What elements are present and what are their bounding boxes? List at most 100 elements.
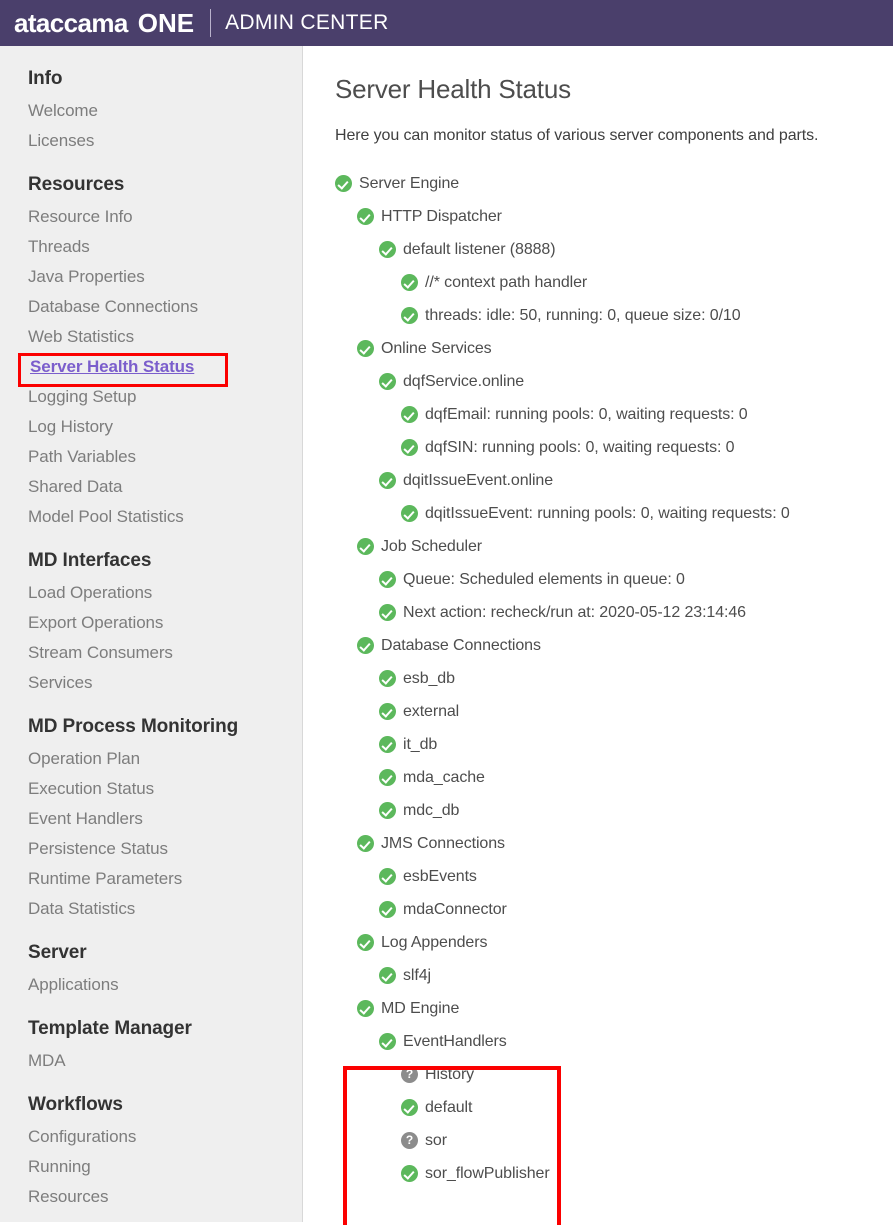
sidebar-item-label[interactable]: Operation Plan [28,749,140,768]
sidebar-item-wrapper[interactable]: Model Pool Statistics [28,502,184,532]
sidebar-item-label[interactable]: MDA [28,1051,66,1070]
sidebar-item-label[interactable]: Resources [28,1187,108,1206]
sidebar-item-wrapper[interactable]: Load Operations [28,578,152,608]
status-ok-icon [379,736,396,753]
sidebar-item-wrapper[interactable]: Shared Data [28,472,122,502]
sidebar-item-wrapper[interactable]: Resources [28,1182,108,1212]
sidebar-item-label[interactable]: Shared Data [28,477,122,496]
sidebar-item-operation-plan[interactable]: Operation Plan [28,744,302,774]
sidebar-item-label[interactable]: Licenses [28,131,94,150]
sidebar-item-wrapper[interactable]: Runtime Parameters [28,864,182,894]
sidebar-item-label[interactable]: Event Handlers [28,809,143,828]
sidebar-item-wrapper[interactable]: Java Properties [28,262,145,292]
tree-node: Database Connections [335,629,893,662]
sidebar-item-label[interactable]: Path Variables [28,447,136,466]
sidebar-item-welcome[interactable]: Welcome [28,96,302,126]
sidebar-item-wrapper[interactable]: MDA [28,1046,66,1076]
tree-node-label: Next action: recheck/run at: 2020-05-12 … [403,603,746,621]
sidebar-item-model-pool-statistics[interactable]: Model Pool Statistics [28,502,302,532]
sidebar-item-wrapper[interactable]: Resource Info [28,202,133,232]
brand-logo[interactable]: ataccama ONE [14,10,194,36]
sidebar-item-wrapper[interactable]: Execution Status [28,774,154,804]
sidebar-item-execution-status[interactable]: Execution Status [28,774,302,804]
sidebar-item-wrapper[interactable]: Server Health Status [17,352,229,387]
sidebar-item-load-operations[interactable]: Load Operations [28,578,302,608]
sidebar-item-server-health-status[interactable]: Server Health Status [17,352,302,387]
sidebar-item-wrapper[interactable]: Path Variables [28,442,136,472]
sidebar-item-stream-consumers[interactable]: Stream Consumers [28,638,302,668]
sidebar-item-label[interactable]: Threads [28,237,90,256]
sidebar-item-label[interactable]: Database Connections [28,297,198,316]
sidebar-item-wrapper[interactable]: Log History [28,412,113,442]
sidebar-item-wrapper[interactable]: Stream Consumers [28,638,173,668]
status-ok-icon [379,703,396,720]
status-ok-icon [357,208,374,225]
sidebar-item-resource-info[interactable]: Resource Info [28,202,302,232]
status-ok-icon [379,472,396,489]
sidebar-item-java-properties[interactable]: Java Properties [28,262,302,292]
sidebar-item-label[interactable]: Export Operations [28,613,163,632]
sidebar-item-wrapper[interactable]: Configurations [28,1122,136,1152]
sidebar-item-wrapper[interactable]: Export Operations [28,608,163,638]
sidebar-item-label[interactable]: Model Pool Statistics [28,507,184,526]
sidebar-item-label[interactable]: Log History [28,417,113,436]
sidebar-item-log-history[interactable]: Log History [28,412,302,442]
sidebar-item-web-statistics[interactable]: Web Statistics [28,322,302,352]
sidebar-item-label[interactable]: Running [28,1157,91,1176]
sidebar-item-label[interactable]: Data Statistics [28,899,135,918]
sidebar-item-wrapper[interactable]: Event Handlers [28,804,143,834]
sidebar-item-database-connections[interactable]: Database Connections [28,292,302,322]
sidebar-item-wrapper[interactable]: Data Statistics [28,894,135,924]
sidebar-item-label[interactable]: Server Health Status [30,357,194,376]
sidebar-item-wrapper[interactable]: Running [28,1152,91,1182]
sidebar-item-wrapper[interactable]: Services [28,668,92,698]
sidebar-item-wrapper[interactable]: Persistence Status [28,834,168,864]
sidebar-item-label[interactable]: Execution Status [28,779,154,798]
sidebar-item-wrapper[interactable]: Threads [28,232,90,262]
status-ok-icon [379,901,396,918]
tree-node: Queue: Scheduled elements in queue: 0 [335,563,893,596]
sidebar-item-running[interactable]: Running [28,1152,302,1182]
sidebar-item-wrapper[interactable]: Web Statistics [28,322,134,352]
tree-node-label: MD Engine [381,999,460,1017]
sidebar-item-label[interactable]: Applications [28,975,119,994]
sidebar-item-label[interactable]: Resource Info [28,207,133,226]
sidebar-item-configurations[interactable]: Configurations [28,1122,302,1152]
sidebar-item-label[interactable]: Runtime Parameters [28,869,182,888]
tree-node: Online Services [335,332,893,365]
sidebar-item-export-operations[interactable]: Export Operations [28,608,302,638]
sidebar-item-event-handlers[interactable]: Event Handlers [28,804,302,834]
sidebar-item-label[interactable]: Welcome [28,101,98,120]
sidebar-item-mda[interactable]: MDA [28,1046,302,1076]
sidebar-item-resources[interactable]: Resources [28,1182,302,1212]
tree-node-label: //* context path handler [425,273,588,291]
sidebar-item-wrapper[interactable]: Welcome [28,96,98,126]
sidebar-item-label[interactable]: Logging Setup [28,387,136,406]
sidebar-item-shared-data[interactable]: Shared Data [28,472,302,502]
sidebar-item-label[interactable]: Load Operations [28,583,152,602]
sidebar-item-wrapper[interactable]: Licenses [28,126,94,156]
sidebar-item-path-variables[interactable]: Path Variables [28,442,302,472]
sidebar-item-logging-setup[interactable]: Logging Setup [28,382,302,412]
status-ok-icon [401,439,418,456]
sidebar-item-label[interactable]: Services [28,673,92,692]
sidebar-item-label[interactable]: Persistence Status [28,839,168,858]
sidebar-item-wrapper[interactable]: Applications [28,970,119,1000]
sidebar-item-label[interactable]: Web Statistics [28,327,134,346]
sidebar-item-label[interactable]: Stream Consumers [28,643,173,662]
sidebar-item-label[interactable]: Configurations [28,1127,136,1146]
sidebar-item-threads[interactable]: Threads [28,232,302,262]
tree-node: threads: idle: 50, running: 0, queue siz… [335,299,893,332]
sidebar-item-runtime-parameters[interactable]: Runtime Parameters [28,864,302,894]
sidebar-item-data-statistics[interactable]: Data Statistics [28,894,302,924]
brand-divider [210,9,212,37]
sidebar-item-licenses[interactable]: Licenses [28,126,302,156]
sidebar-item-services[interactable]: Services [28,668,302,698]
sidebar-item-wrapper[interactable]: Database Connections [28,292,198,322]
sidebar-item-label[interactable]: Java Properties [28,267,145,286]
sidebar-item-wrapper[interactable]: Operation Plan [28,744,140,774]
tree-node-label: Server Engine [359,174,460,192]
sidebar-item-wrapper[interactable]: Logging Setup [28,382,136,412]
sidebar-item-applications[interactable]: Applications [28,970,302,1000]
sidebar-item-persistence-status[interactable]: Persistence Status [28,834,302,864]
